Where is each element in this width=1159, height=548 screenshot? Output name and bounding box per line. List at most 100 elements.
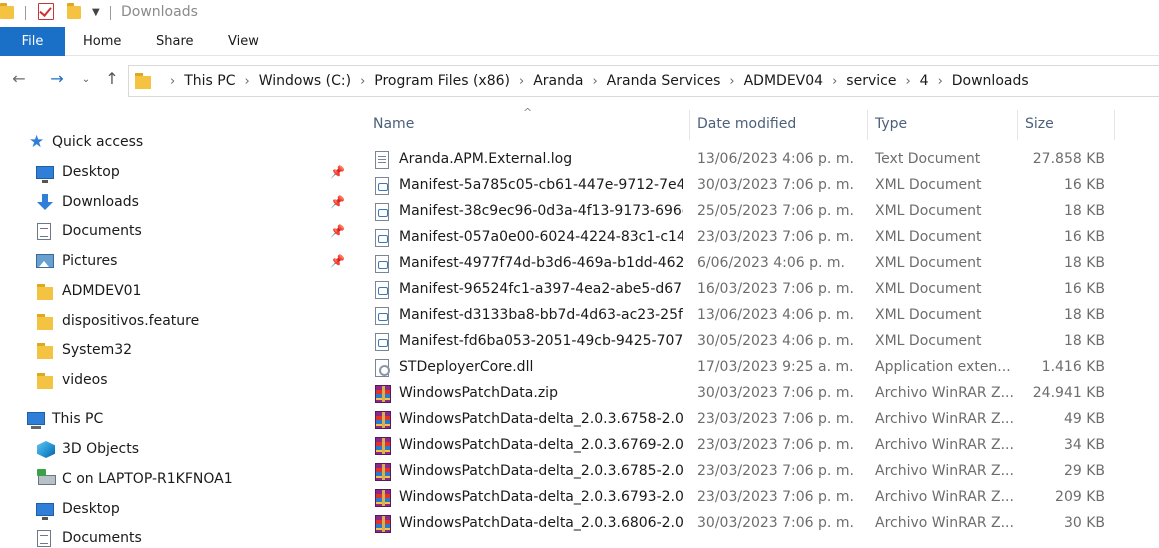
up-arrow-icon[interactable]: ↑: [102, 69, 122, 88]
network-drive-icon: [37, 469, 56, 485]
folder-icon: [37, 313, 55, 330]
table-row[interactable]: Manifest-fd6ba053-2051-49cb-9425-7078...…: [353, 329, 1159, 355]
forward-arrow-icon[interactable]: →: [47, 69, 67, 88]
sidebar-item-videos[interactable]: videos: [0, 367, 352, 395]
column-header-type[interactable]: Type: [875, 104, 907, 144]
table-row[interactable]: STDeployerCore.dll 17/03/2023 9:25 a. m. A…: [353, 355, 1159, 381]
back-arrow-icon[interactable]: ←: [9, 69, 29, 88]
table-row[interactable]: Aranda.APM.External.log 13/06/2023 4:06 p…: [353, 147, 1159, 173]
breadcrumb-program-files-x86[interactable]: Program Files (x86): [374, 73, 510, 89]
table-row[interactable]: WindowsPatchData.zip 30/03/2023 7:06 p. m…: [353, 381, 1159, 407]
sidebar-item-this-pc[interactable]: This PC: [0, 406, 352, 434]
chevron-right-icon[interactable]: ›: [244, 74, 249, 89]
sidebar-item-desktop[interactable]: Desktop 📌: [0, 159, 352, 187]
sidebar-item-system32[interactable]: System32: [0, 337, 352, 365]
chevron-right-icon[interactable]: ›: [592, 74, 597, 89]
pictures-icon: [36, 254, 54, 268]
breadcrumb-4[interactable]: 4: [920, 73, 929, 89]
tab-home[interactable]: Home: [83, 27, 121, 56]
file-size: 16 KB: [1063, 229, 1105, 245]
sidebar-item-pictures[interactable]: Pictures 📌: [0, 248, 352, 276]
3d-objects-icon: [37, 441, 55, 458]
file-list: ^ Name Date modified Type Size Aranda.AP…: [353, 104, 1159, 548]
pin-icon[interactable]: 📌: [330, 224, 345, 238]
chevron-right-icon[interactable]: ›: [905, 74, 910, 89]
sidebar-item-desktop-pc[interactable]: Desktop: [0, 496, 352, 524]
tab-share[interactable]: Share: [156, 27, 194, 56]
xml-file-icon: [375, 229, 389, 247]
file-name: Manifest-96524fc1-a397-4ea2-abe5-d675...: [399, 281, 683, 297]
file-size: 34 KB: [1063, 437, 1105, 453]
file-size: 24.941 KB: [1032, 385, 1105, 401]
properties-icon[interactable]: [38, 3, 54, 20]
xml-file-icon: [375, 333, 389, 351]
recent-locations-chevron-icon[interactable]: ⌄: [76, 74, 96, 85]
table-row[interactable]: Manifest-96524fc1-a397-4ea2-abe5-d675...…: [353, 277, 1159, 303]
column-divider[interactable]: [867, 110, 868, 140]
sidebar-item-network-drive[interactable]: C on LAPTOP-R1KFNOA1: [0, 466, 352, 494]
tab-view[interactable]: View: [228, 27, 259, 56]
column-header-size[interactable]: Size: [1025, 104, 1054, 144]
file-name: STDeployerCore.dll: [399, 359, 534, 375]
sidebar-item-dispositivos-feature[interactable]: dispositivos.feature: [0, 308, 352, 336]
pin-icon[interactable]: 📌: [330, 165, 345, 179]
breadcrumb-service[interactable]: service: [846, 73, 896, 89]
folder-icon: [37, 283, 55, 300]
breadcrumb-aranda[interactable]: Aranda: [533, 73, 583, 89]
file-name: WindowsPatchData-delta_2.0.3.6793-2.0...…: [399, 489, 683, 505]
breadcrumb-downloads[interactable]: Downloads: [952, 73, 1029, 89]
file-date-modified: 23/03/2023 7:06 p. m.: [697, 463, 854, 479]
breadcrumb-windows-c[interactable]: Windows (C:): [259, 73, 351, 89]
chevron-right-icon[interactable]: ›: [519, 74, 524, 89]
chevron-right-icon[interactable]: ›: [360, 74, 365, 89]
file-type: XML Document: [875, 255, 982, 271]
table-row[interactable]: WindowsPatchData-delta_2.0.3.6785-2.0...…: [353, 459, 1159, 485]
sidebar-item-label: Desktop: [62, 164, 120, 180]
breadcrumb-this-pc[interactable]: This PC: [184, 73, 235, 89]
column-divider[interactable]: [1114, 110, 1115, 140]
table-row[interactable]: WindowsPatchData-delta_2.0.3.6769-2.0...…: [353, 433, 1159, 459]
sidebar-item-documents-pc[interactable]: Documents: [0, 525, 352, 548]
chevron-right-icon[interactable]: ›: [938, 74, 943, 89]
winrar-archive-icon: [375, 463, 391, 481]
sidebar-item-label: Quick access: [52, 134, 144, 150]
sidebar-item-label: dispositivos.feature: [62, 313, 200, 329]
table-row[interactable]: WindowsPatchData-delta_2.0.3.6758-2.0...…: [353, 407, 1159, 433]
sidebar-item-3d-objects[interactable]: 3D Objects: [0, 436, 352, 464]
desktop-icon: [36, 503, 54, 520]
file-name: WindowsPatchData-delta_2.0.3.6785-2.0...…: [399, 463, 683, 479]
chevron-right-icon[interactable]: ›: [170, 74, 175, 89]
pin-icon[interactable]: 📌: [330, 195, 345, 209]
chevron-down-icon[interactable]: ▼: [92, 7, 100, 18]
column-header-date-modified[interactable]: Date modified: [697, 104, 796, 144]
table-row[interactable]: Manifest-057a0e00-6024-4224-83c1-c143...…: [353, 225, 1159, 251]
pin-icon[interactable]: 📌: [330, 254, 345, 268]
file-name: Manifest-38c9ec96-0d3a-4f13-9173-696d...: [399, 203, 683, 219]
sidebar-item-quick-access[interactable]: ★ Quick access: [0, 129, 352, 157]
winrar-archive-icon: [375, 385, 391, 403]
ribbon-tabs: File Home Share View: [0, 27, 1159, 56]
breadcrumb-admdev04[interactable]: ADMDEV04: [744, 73, 823, 89]
winrar-archive-icon: [375, 515, 391, 533]
table-row[interactable]: Manifest-4977f74d-b3d6-469a-b1dd-462... 6…: [353, 251, 1159, 277]
winrar-archive-icon: [375, 437, 391, 455]
new-folder-icon[interactable]: [67, 3, 81, 19]
table-row[interactable]: Manifest-38c9ec96-0d3a-4f13-9173-696d...…: [353, 199, 1159, 225]
file-size: 18 KB: [1063, 255, 1105, 271]
address-bar[interactable]: › This PC › Windows (C:) › Program Files…: [128, 65, 1159, 97]
table-row[interactable]: WindowsPatchData-delta_2.0.3.6806-2.0...…: [353, 511, 1159, 537]
table-row[interactable]: WindowsPatchData-delta_2.0.3.6793-2.0...…: [353, 485, 1159, 511]
table-row[interactable]: Manifest-5a785c05-cb61-447e-9712-7e4c...…: [353, 173, 1159, 199]
column-header-name[interactable]: Name: [373, 104, 414, 144]
sidebar-item-downloads[interactable]: Downloads 📌: [0, 189, 352, 217]
column-divider[interactable]: [1017, 110, 1018, 140]
chevron-right-icon[interactable]: ›: [729, 74, 734, 89]
sidebar-item-admdev01[interactable]: ADMDEV01: [0, 278, 352, 306]
breadcrumb-aranda-services[interactable]: Aranda Services: [607, 73, 721, 89]
sidebar-item-documents[interactable]: Documents 📌: [0, 218, 352, 246]
navigation-pane: ★ Quick access Desktop 📌 Downloads 📌 Doc…: [0, 104, 352, 548]
chevron-right-icon[interactable]: ›: [832, 74, 837, 89]
tab-file[interactable]: File: [0, 27, 65, 56]
column-divider[interactable]: [689, 110, 690, 140]
table-row[interactable]: Manifest-d3133ba8-bb7d-4d63-ac23-25f... 1…: [353, 303, 1159, 329]
